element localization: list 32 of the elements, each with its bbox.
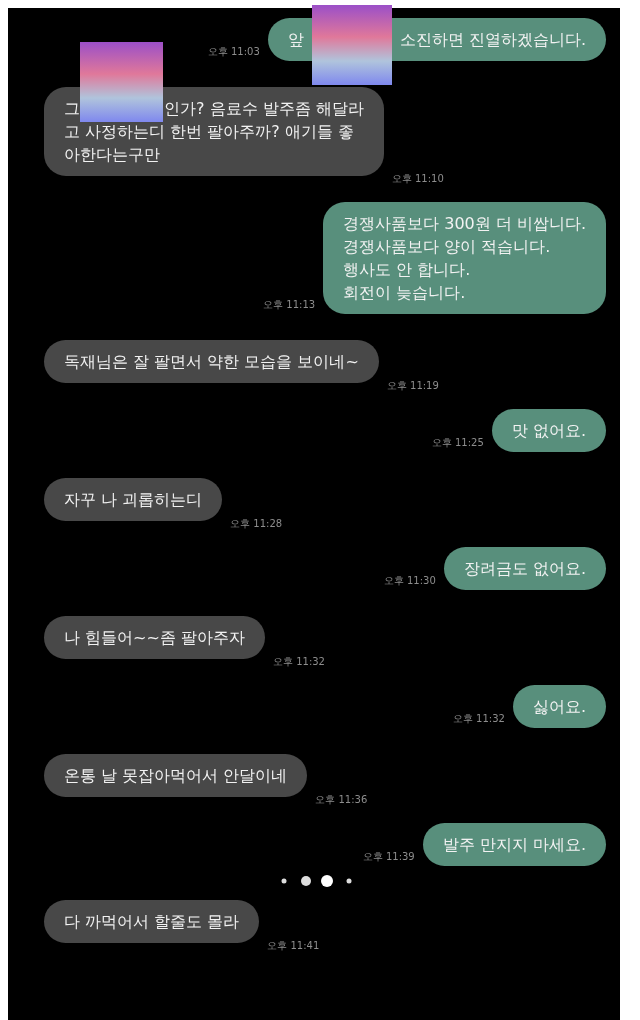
- message-time: 오후 11:41: [267, 939, 320, 953]
- message-text: 앞: [287, 30, 304, 49]
- message-text: 인가? 음료수 발주좀 해달라: [164, 99, 364, 118]
- message-text: 고 사정하는디 한번 팔아주까? 애기들 좋: [64, 122, 354, 141]
- message-text: 행사도 안 합니다.: [343, 260, 471, 279]
- message-text: 경쟁사품보다 양이 적습니다.: [343, 237, 551, 256]
- message-time: 오후 11:25: [431, 436, 484, 450]
- message-text: 나 힘들어~~좀 팔아주자: [64, 628, 245, 647]
- message-text: 회전이 늦습니다.: [343, 283, 466, 302]
- message-text: 소진하면 진열하겠습니다.: [399, 30, 586, 49]
- message-time: 오후 11:32: [452, 712, 505, 726]
- message-time: 오후 11:19: [386, 379, 439, 393]
- message-text: 그: [64, 99, 80, 118]
- message-time: 오후 11:32: [273, 655, 325, 669]
- message-text: 발주 만지지 마세요.: [442, 835, 586, 854]
- page-dots-icon: [280, 874, 354, 888]
- message-time: 오후 11:36: [315, 793, 368, 807]
- message-text: 맛 없어요.: [511, 421, 586, 440]
- message-text: 경쟁사품보다 300원 더 비쌉니다.: [343, 214, 586, 233]
- message-time: 오후 11:39: [362, 850, 415, 864]
- message-time: 오후 11:30: [383, 574, 436, 588]
- message-time: 오후 11:13: [263, 298, 316, 312]
- message-text: 독재님은 잘 팔면서 약한 모습을 보이네~: [64, 352, 359, 371]
- message-text: 자꾸 나 괴롭히는디: [64, 490, 203, 509]
- message-text: 온통 날 못잡아먹어서 안달이네: [64, 766, 288, 785]
- message-time: 오후 11:28: [230, 517, 283, 531]
- message-time: 오후 11:10: [391, 172, 444, 186]
- message-text: 장려금도 없어요.: [463, 559, 586, 578]
- message-time: 오후 11:03: [207, 45, 260, 59]
- message-text: 아한다는구만: [64, 145, 160, 164]
- message-text: 다 까먹어서 할줄도 몰라: [64, 912, 240, 931]
- message-text: 싫어요.: [532, 697, 586, 716]
